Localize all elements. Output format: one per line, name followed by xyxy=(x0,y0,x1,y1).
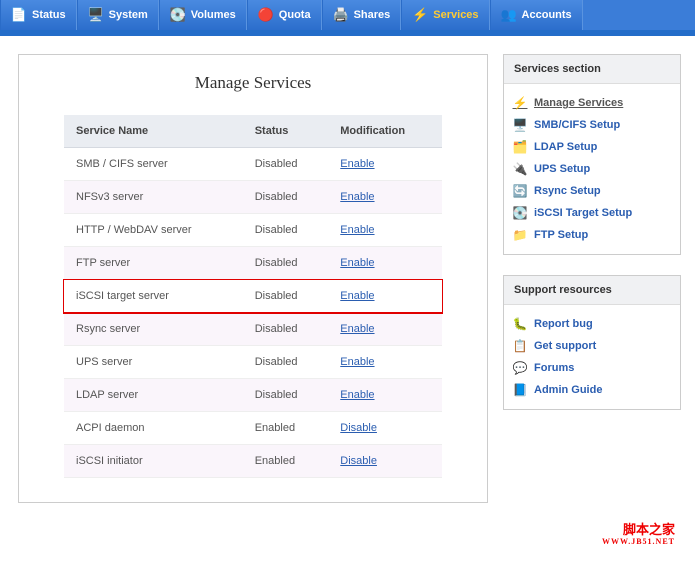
enable-link[interactable]: Enable xyxy=(340,191,374,203)
service-action-cell: Enable xyxy=(328,214,442,247)
nav-shares[interactable]: 🖨️Shares xyxy=(322,0,402,30)
support-link-forums[interactable]: 💬Forums xyxy=(510,357,674,379)
service-action-cell: Enable xyxy=(328,313,442,346)
disable-link[interactable]: Disable xyxy=(340,422,377,434)
table-row: iSCSI target serverDisabled Enable xyxy=(64,280,442,313)
link-icon: 🖥️ xyxy=(512,118,528,132)
link-icon: 📋 xyxy=(512,339,528,353)
link-icon: 🐛 xyxy=(512,317,528,331)
col-header: Status xyxy=(243,115,329,148)
service-status: Disabled xyxy=(243,379,329,412)
table-row: LDAP serverDisabled Enable xyxy=(64,379,442,412)
service-action-cell: Enable xyxy=(328,181,442,214)
table-row: UPS serverDisabled Enable xyxy=(64,346,442,379)
col-header: Service Name xyxy=(64,115,243,148)
service-action-cell: Enable xyxy=(328,346,442,379)
service-status: Enabled xyxy=(243,412,329,445)
service-name: Rsync server xyxy=(64,313,243,346)
section-link-ftp-setup[interactable]: 📁FTP Setup xyxy=(510,224,674,246)
service-name: HTTP / WebDAV server xyxy=(64,214,243,247)
link-icon: 🗂️ xyxy=(512,140,528,154)
link-icon: 🔌 xyxy=(512,162,528,176)
support-panel: Support resources 🐛Report bug📋Get suppor… xyxy=(503,275,681,410)
link-icon: 💬 xyxy=(512,361,528,375)
accounts-icon: 👥 xyxy=(501,7,517,23)
service-status: Disabled xyxy=(243,280,329,313)
section-link-ldap-setup[interactable]: 🗂️LDAP Setup xyxy=(510,136,674,158)
enable-link[interactable]: Enable xyxy=(340,158,374,170)
service-name: LDAP server xyxy=(64,379,243,412)
enable-link[interactable]: Enable xyxy=(340,389,374,401)
top-nav: 📄Status🖥️System💽Volumes🔴Quota🖨️Shares⚡Se… xyxy=(0,0,695,36)
nav-status[interactable]: 📄Status xyxy=(0,0,77,30)
nav-services[interactable]: ⚡Services xyxy=(401,0,489,30)
link-icon: ⚡ xyxy=(512,96,528,110)
footer-watermark: 脚本之家 WWW.JB51.NET xyxy=(0,513,695,554)
service-status: Disabled xyxy=(243,214,329,247)
section-link-smb-cifs-setup[interactable]: 🖥️SMB/CIFS Setup xyxy=(510,114,674,136)
quota-icon: 🔴 xyxy=(258,7,274,23)
service-status: Disabled xyxy=(243,313,329,346)
service-action-cell: Enable xyxy=(328,247,442,280)
nav-quota[interactable]: 🔴Quota xyxy=(247,0,322,30)
service-status: Disabled xyxy=(243,346,329,379)
page-title: Manage Services xyxy=(64,73,442,93)
enable-link[interactable]: Enable xyxy=(340,323,374,335)
link-icon: 📁 xyxy=(512,228,528,242)
link-icon: 💽 xyxy=(512,206,528,220)
support-link-get-support[interactable]: 📋Get support xyxy=(510,335,674,357)
service-action-cell: Disable xyxy=(328,412,442,445)
service-name: ACPI daemon xyxy=(64,412,243,445)
table-row: HTTP / WebDAV serverDisabled Enable xyxy=(64,214,442,247)
service-action-cell: Enable xyxy=(328,148,442,181)
service-name: iSCSI initiator xyxy=(64,445,243,478)
service-status: Disabled xyxy=(243,181,329,214)
volumes-icon: 💽 xyxy=(170,7,186,23)
service-action-cell: Enable xyxy=(328,379,442,412)
nav-accounts[interactable]: 👥Accounts xyxy=(490,0,583,30)
table-row: SMB / CIFS serverDisabled Enable xyxy=(64,148,442,181)
link-icon: 📘 xyxy=(512,383,528,397)
system-icon: 🖥️ xyxy=(88,7,104,23)
table-row: Rsync serverDisabled Enable xyxy=(64,313,442,346)
col-header: Modification xyxy=(328,115,442,148)
enable-link[interactable]: Enable xyxy=(340,356,374,368)
nav-volumes[interactable]: 💽Volumes xyxy=(159,0,247,30)
panel-header: Support resources xyxy=(504,276,680,305)
disable-link[interactable]: Disable xyxy=(340,455,377,467)
services-table: Service NameStatusModification SMB / CIF… xyxy=(64,115,442,478)
panel-header: Services section xyxy=(504,55,680,84)
service-status: Disabled xyxy=(243,247,329,280)
service-action-cell: Enable xyxy=(328,280,442,313)
service-name: FTP server xyxy=(64,247,243,280)
nav-system[interactable]: 🖥️System xyxy=(77,0,159,30)
service-name: SMB / CIFS server xyxy=(64,148,243,181)
section-link-manage-services[interactable]: ⚡Manage Services xyxy=(510,92,674,114)
enable-link[interactable]: Enable xyxy=(340,224,374,236)
section-link-iscsi-target-setup[interactable]: 💽iSCSI Target Setup xyxy=(510,202,674,224)
status-icon: 📄 xyxy=(11,7,27,23)
enable-link[interactable]: Enable xyxy=(340,290,374,302)
support-link-admin-guide[interactable]: 📘Admin Guide xyxy=(510,379,674,401)
table-row: iSCSI initiatorEnabled Disable xyxy=(64,445,442,478)
table-row: ACPI daemonEnabled Disable xyxy=(64,412,442,445)
service-status: Disabled xyxy=(243,148,329,181)
section-link-rsync-setup[interactable]: 🔄Rsync Setup xyxy=(510,180,674,202)
services-icon: ⚡ xyxy=(412,7,428,23)
service-name: UPS server xyxy=(64,346,243,379)
service-action-cell: Disable xyxy=(328,445,442,478)
main-panel: Manage Services Service NameStatusModifi… xyxy=(18,54,488,503)
table-row: FTP serverDisabled Enable xyxy=(64,247,442,280)
service-name: NFSv3 server xyxy=(64,181,243,214)
enable-link[interactable]: Enable xyxy=(340,257,374,269)
shares-icon: 🖨️ xyxy=(333,7,349,23)
service-name: iSCSI target server xyxy=(64,280,243,313)
section-link-ups-setup[interactable]: 🔌UPS Setup xyxy=(510,158,674,180)
support-link-report-bug[interactable]: 🐛Report bug xyxy=(510,313,674,335)
services-section-panel: Services section ⚡Manage Services🖥️SMB/C… xyxy=(503,54,681,255)
link-icon: 🔄 xyxy=(512,184,528,198)
service-status: Enabled xyxy=(243,445,329,478)
table-row: NFSv3 serverDisabled Enable xyxy=(64,181,442,214)
